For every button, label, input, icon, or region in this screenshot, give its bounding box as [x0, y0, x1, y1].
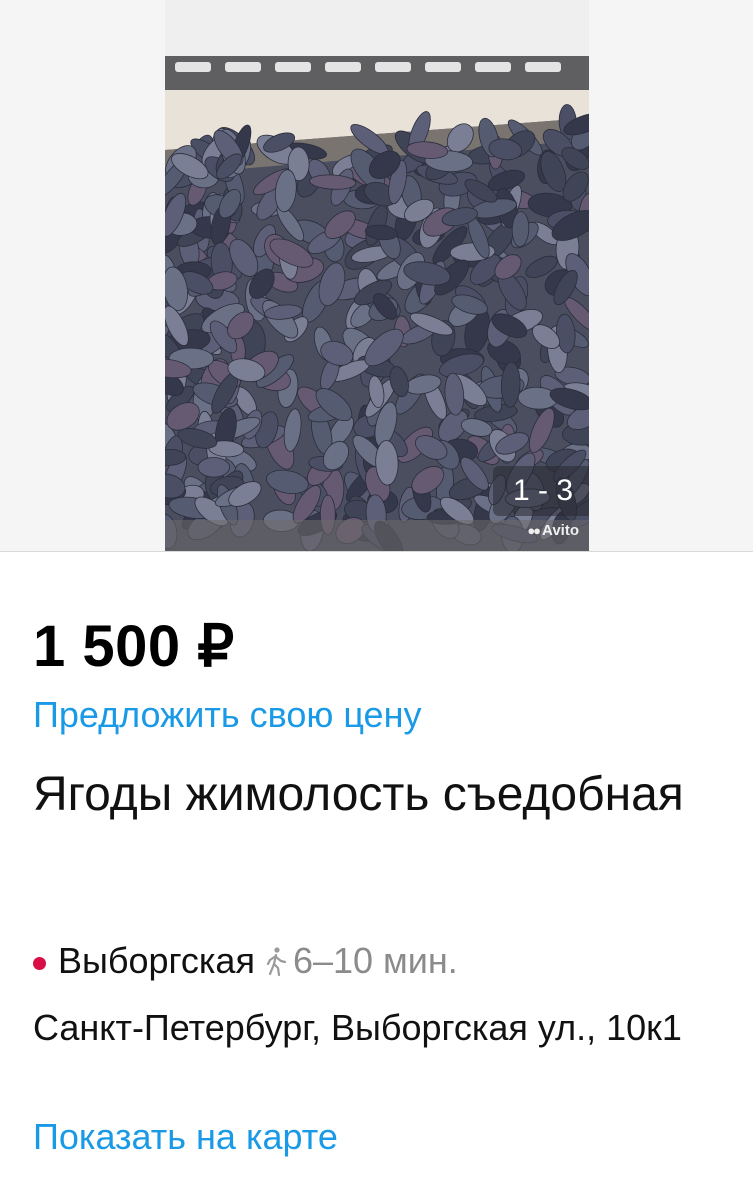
offer-price-link[interactable]: Предложить свою цену: [33, 694, 421, 736]
show-on-map-link[interactable]: Показать на карте: [33, 1116, 338, 1158]
metro-line-dot: [33, 956, 46, 970]
walk-time: 6–10 мин.: [292, 940, 458, 981]
listing-title: Ягоды жимолость съедобная: [33, 768, 684, 821]
avito-logo-icon: ●●: [527, 523, 541, 538]
metro-info: Выборгская 6–10 мин.: [33, 937, 458, 985]
listing-photo[interactable]: 1 - 3 ●● Avito: [165, 0, 589, 551]
walking-person-icon: [265, 946, 287, 976]
price: 1 500 ₽: [33, 614, 235, 679]
avito-watermark: ●● Avito: [527, 522, 579, 539]
address: Санкт-Петербург, Выборгская ул., 10к1: [33, 1007, 682, 1048]
metro-station: Выборгская: [58, 940, 255, 981]
photo-gallery[interactable]: 1 - 3 ●● Avito: [0, 0, 753, 552]
photo-counter: 1 - 3: [493, 466, 589, 516]
